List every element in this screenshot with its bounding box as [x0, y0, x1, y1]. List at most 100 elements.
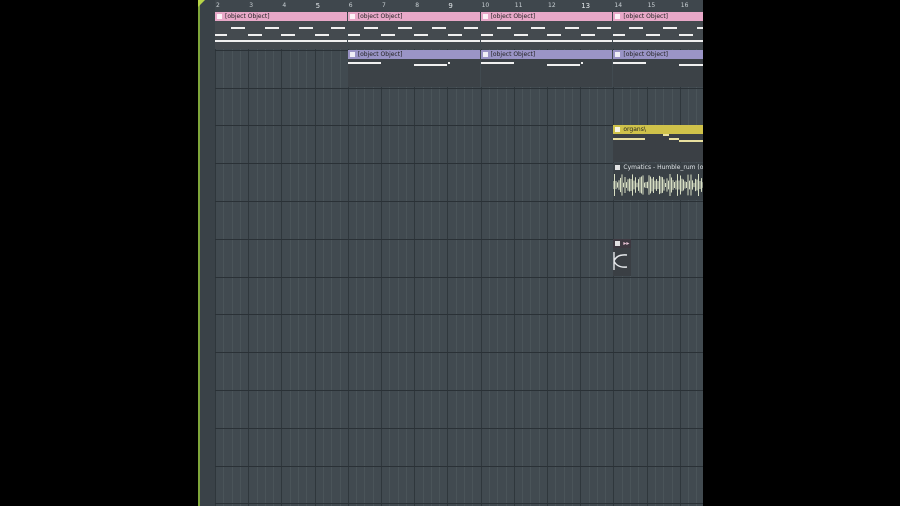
clip-header[interactable]: [object Object]	[613, 49, 703, 59]
midi-note	[480, 40, 547, 42]
clip-content	[480, 59, 613, 87]
clip-menu-icon[interactable]	[482, 51, 488, 57]
track-lane-divider	[215, 276, 703, 278]
midi-note	[413, 40, 480, 42]
midi-note	[331, 27, 345, 29]
grid-beat-line	[331, 12, 333, 506]
clip-menu-icon[interactable]	[615, 165, 621, 171]
track-lane-divider	[215, 201, 703, 202]
clip-label: [object Object]	[357, 50, 403, 58]
clip-menu-icon[interactable]	[615, 127, 621, 133]
clip-header[interactable]: [object Object]	[347, 12, 480, 21]
grid-bar-line	[314, 12, 316, 506]
clip-content	[215, 21, 347, 49]
midi-note	[530, 27, 545, 29]
track-lane-divider	[215, 465, 703, 467]
clip-header[interactable]: organs\	[613, 125, 703, 135]
clip-label: [object Object]	[225, 13, 270, 20]
midi-note	[580, 34, 595, 36]
song-start-marker[interactable]	[198, 0, 205, 7]
midi-note	[397, 27, 412, 29]
clip-menu-icon[interactable]	[349, 51, 355, 57]
grid-beat-line	[322, 12, 324, 506]
midi-note	[431, 27, 446, 29]
track-header-strip[interactable]	[198, 0, 216, 506]
clip-menu-icon[interactable]	[615, 14, 621, 19]
ruler-label-11: 11	[514, 2, 523, 9]
grid-beat-line	[289, 12, 291, 506]
midi-note	[347, 61, 381, 64]
pattern-clip-bass[interactable]: [object Object]	[613, 49, 703, 87]
midi-note	[663, 134, 670, 137]
pattern-clip-organs[interactable]: organs\	[613, 125, 703, 163]
midi-note	[679, 40, 703, 42]
ruler-label-16: 16	[680, 2, 689, 9]
midi-note	[629, 27, 644, 29]
pattern-clip-piano[interactable]: [object Object]	[480, 12, 613, 49]
grid-bar-line	[248, 12, 250, 506]
pattern-clip-piano[interactable]: [object Object]	[347, 12, 480, 49]
clip-menu-icon[interactable]	[217, 14, 222, 19]
ruler-label-13: 13	[581, 2, 591, 10]
ruler-label-4: 4	[282, 2, 287, 9]
pattern-clip-bass[interactable]: [object Object]	[347, 49, 480, 87]
midi-note	[347, 40, 414, 42]
pattern-clip-bass[interactable]: [object Object]	[480, 49, 613, 87]
clip-label: [object Object]	[357, 13, 403, 20]
midi-note	[496, 27, 511, 29]
midi-note	[564, 27, 579, 29]
midi-note	[215, 34, 227, 36]
playlist-window[interactable]: 2 3 4 5 6 7 8 9 10 11 12 13 14 15 16 [object Object] [o…	[198, 0, 703, 506]
audio-clip-small[interactable]: ▸▸	[613, 238, 632, 276]
clip-menu-icon[interactable]	[482, 14, 488, 19]
clip-label: ▸▸	[623, 239, 630, 247]
playhead-line	[198, 0, 200, 506]
clip-header[interactable]: Cymatics - Humble_rum (o	[613, 163, 703, 173]
midi-note	[281, 34, 295, 36]
midi-note	[596, 27, 611, 29]
grid-bar-line	[281, 12, 283, 506]
midi-note	[613, 61, 647, 64]
clip-header[interactable]: [object Object]	[613, 12, 703, 21]
ruler-label-9: 9	[448, 2, 453, 10]
midi-note	[546, 34, 561, 36]
midi-note	[546, 40, 613, 42]
track-lane-divider	[215, 503, 703, 505]
ruler-label-8: 8	[415, 2, 420, 9]
midi-note	[413, 63, 447, 66]
grid-beat-line	[223, 12, 225, 506]
midi-note	[299, 27, 313, 29]
clip-menu-icon[interactable]	[615, 51, 621, 57]
clip-label: [object Object]	[490, 13, 536, 20]
audio-clip-cymatics[interactable]: Cymatics - Humble_rum (o	[613, 163, 703, 200]
midi-note	[646, 34, 661, 36]
grid-beat-line	[231, 12, 233, 506]
clip-label: organs\	[623, 126, 646, 134]
ruler-label-15: 15	[647, 2, 656, 9]
track-lane-divider	[215, 390, 703, 391]
pattern-clip-piano[interactable]: [object Object]	[613, 12, 703, 49]
clip-header[interactable]: ▸▸	[613, 238, 632, 248]
clip-menu-icon[interactable]	[349, 14, 355, 19]
audio-waveform	[613, 174, 703, 197]
clip-header[interactable]: [object Object]	[480, 49, 613, 59]
clip-header[interactable]: [object Object]	[347, 49, 480, 59]
playlist-grid[interactable]: [object Object] [object Object] [object Ob…	[215, 12, 703, 506]
clip-menu-icon[interactable]	[615, 240, 621, 246]
ruler-label-14: 14	[614, 2, 623, 9]
clip-header[interactable]: [object Object]	[480, 12, 613, 21]
grid-beat-line	[256, 12, 258, 506]
grid-beat-line	[239, 12, 241, 506]
grid-beat-line	[306, 12, 308, 506]
clip-header[interactable]: [object Object]	[215, 12, 347, 21]
midi-note	[663, 27, 678, 29]
midi-note	[380, 34, 395, 36]
audio-waveform	[613, 251, 628, 270]
track-lane-divider	[215, 352, 703, 354]
midi-note	[281, 40, 347, 42]
midi-note	[480, 34, 493, 36]
grid-beat-line	[339, 12, 341, 506]
midi-note	[347, 34, 360, 36]
pattern-clip-piano[interactable]: [object Object]	[215, 12, 347, 49]
ruler-label-2: 2	[216, 2, 220, 9]
